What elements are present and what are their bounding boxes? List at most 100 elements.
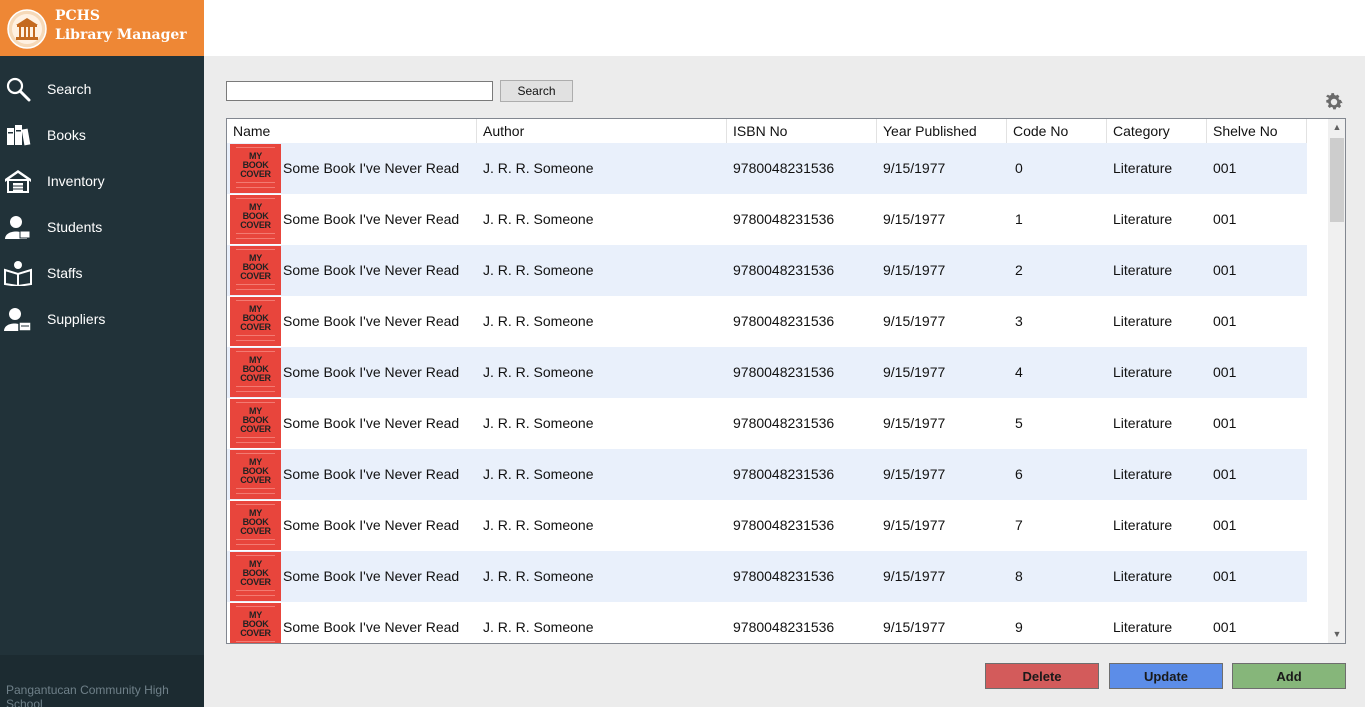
- book-cover-text: MY BOOK COVER: [230, 407, 281, 434]
- book-cover-decoration: [236, 284, 275, 285]
- column-header-name[interactable]: Name: [227, 119, 477, 143]
- book-cover-decoration: [236, 187, 275, 188]
- cell-name: Some Book I've Never Read: [283, 466, 460, 482]
- add-button[interactable]: Add: [1232, 663, 1346, 689]
- cell-category: Literature: [1113, 262, 1173, 278]
- cell-code: 0: [1015, 160, 1023, 176]
- supplier-icon: [4, 308, 32, 332]
- cell-isbn: 9780048231536: [733, 160, 835, 176]
- column-header-code[interactable]: Code No: [1007, 119, 1107, 143]
- sidebar-item-suppliers[interactable]: Suppliers: [0, 299, 204, 339]
- cell-isbn: 9780048231536: [733, 568, 835, 584]
- search-button[interactable]: Search: [500, 80, 573, 102]
- book-cover-text-line: COVER: [240, 271, 271, 281]
- cell-name: Some Book I've Never Read: [283, 364, 460, 380]
- book-cover-thumbnail: MY BOOK COVER: [230, 603, 281, 643]
- scroll-down-icon[interactable]: ▼: [1328, 626, 1345, 643]
- cell-isbn: 9780048231536: [733, 211, 835, 227]
- cell-author: J. R. R. Someone: [483, 211, 594, 227]
- update-button[interactable]: Update: [1109, 663, 1223, 689]
- book-cover-decoration: [236, 249, 275, 250]
- cell-category: Literature: [1113, 619, 1173, 635]
- scroll-up-icon[interactable]: ▲: [1328, 119, 1345, 136]
- book-cover-thumbnail: MY BOOK COVER: [230, 501, 281, 550]
- cell-shelve: 001: [1213, 619, 1237, 635]
- book-cover-decoration: [236, 391, 275, 392]
- main-panel: Search Name Author ISBN No Year Publishe…: [204, 56, 1365, 707]
- book-cover-decoration: [236, 147, 275, 148]
- book-cover-thumbnail: MY BOOK COVER: [230, 399, 281, 448]
- cell-name: Some Book I've Never Read: [283, 211, 460, 227]
- table-row[interactable]: MY BOOK COVER Some Book I've Never Read J. R…: [227, 398, 1307, 449]
- app-title-line2: Library Manager: [55, 27, 187, 43]
- table-row[interactable]: MY BOOK COVER Some Book I've Never Read J. R…: [227, 449, 1307, 500]
- cell-year: 9/15/1977: [883, 313, 946, 329]
- sidebar-item-label: Search: [47, 81, 92, 97]
- table-row[interactable]: MY BOOK COVER Some Book I've Never Read J. R…: [227, 500, 1307, 551]
- cell-shelve: 001: [1213, 313, 1237, 329]
- book-cover-text-line: COVER: [240, 373, 271, 383]
- book-cover-decoration: [236, 590, 275, 591]
- app-logo-area: PCHS Library Manager: [0, 0, 204, 56]
- cell-shelve: 001: [1213, 364, 1237, 380]
- book-cover-decoration: [236, 595, 275, 596]
- book-cover-text: MY BOOK COVER: [230, 560, 281, 587]
- book-cover-decoration: [236, 539, 275, 540]
- delete-button[interactable]: Delete: [985, 663, 1099, 689]
- cell-code: 8: [1015, 568, 1023, 584]
- table-row[interactable]: MY BOOK COVER Some Book I've Never Read J. R…: [227, 296, 1307, 347]
- column-header-year[interactable]: Year Published: [877, 119, 1007, 143]
- column-header-author[interactable]: Author: [477, 119, 727, 143]
- sidebar-item-staffs[interactable]: Staffs: [0, 253, 204, 293]
- column-header-category[interactable]: Category: [1107, 119, 1207, 143]
- scroll-thumb[interactable]: [1330, 138, 1344, 222]
- staff-book-icon: [4, 261, 32, 286]
- cell-code: 7: [1015, 517, 1023, 533]
- book-cover-decoration: [236, 493, 275, 494]
- cell-code: 5: [1015, 415, 1023, 431]
- book-cover-decoration: [236, 238, 275, 239]
- table-header: Name Author ISBN No Year Published Code …: [227, 119, 1307, 143]
- cell-code: 9: [1015, 619, 1023, 635]
- sidebar-item-label: Students: [47, 219, 103, 235]
- cell-name: Some Book I've Never Read: [283, 517, 460, 533]
- book-cover-thumbnail: MY BOOK COVER: [230, 144, 281, 193]
- book-cover-decoration: [236, 504, 275, 505]
- sidebar-item-students[interactable]: Students: [0, 207, 204, 247]
- book-cover-text: MY BOOK COVER: [230, 152, 281, 179]
- book-cover-decoration: [236, 351, 275, 352]
- cell-isbn: 9780048231536: [733, 262, 835, 278]
- search-input[interactable]: [226, 81, 493, 101]
- column-header-isbn[interactable]: ISBN No: [727, 119, 877, 143]
- cell-shelve: 001: [1213, 160, 1237, 176]
- book-cover-decoration: [236, 442, 275, 443]
- column-header-shelve[interactable]: Shelve No: [1207, 119, 1307, 143]
- sidebar-item-search[interactable]: Search: [0, 69, 204, 109]
- cell-year: 9/15/1977: [883, 415, 946, 431]
- cell-year: 9/15/1977: [883, 568, 946, 584]
- cell-author: J. R. R. Someone: [483, 364, 594, 380]
- sidebar-item-inventory[interactable]: Inventory: [0, 161, 204, 201]
- book-cover-text-line: COVER: [240, 169, 271, 179]
- book-cover-thumbnail: MY BOOK COVER: [230, 552, 281, 601]
- table-row[interactable]: MY BOOK COVER Some Book I've Never Read J. R…: [227, 602, 1307, 643]
- table-row[interactable]: MY BOOK COVER Some Book I've Never Read J. R…: [227, 194, 1307, 245]
- cell-code: 2: [1015, 262, 1023, 278]
- books-icon: [7, 125, 31, 146]
- table-row[interactable]: MY BOOK COVER Some Book I've Never Read J. R…: [227, 551, 1307, 602]
- vertical-scrollbar[interactable]: ▲ ▼: [1328, 119, 1345, 643]
- book-cover-text: MY BOOK COVER: [230, 305, 281, 332]
- book-cover-decoration: [236, 289, 275, 290]
- cell-year: 9/15/1977: [883, 466, 946, 482]
- sidebar-item-books[interactable]: Books: [0, 115, 204, 155]
- table-row[interactable]: MY BOOK COVER Some Book I've Never Read J. R…: [227, 245, 1307, 296]
- table-row[interactable]: MY BOOK COVER Some Book I've Never Read J. R…: [227, 143, 1307, 194]
- cell-shelve: 001: [1213, 568, 1237, 584]
- book-cover-decoration: [236, 555, 275, 556]
- book-cover-decoration: [236, 335, 275, 336]
- cell-year: 9/15/1977: [883, 364, 946, 380]
- gear-icon[interactable]: [1323, 91, 1345, 113]
- table-row[interactable]: MY BOOK COVER Some Book I've Never Read J. R…: [227, 347, 1307, 398]
- cell-year: 9/15/1977: [883, 262, 946, 278]
- app-title: PCHS Library Manager: [55, 7, 187, 45]
